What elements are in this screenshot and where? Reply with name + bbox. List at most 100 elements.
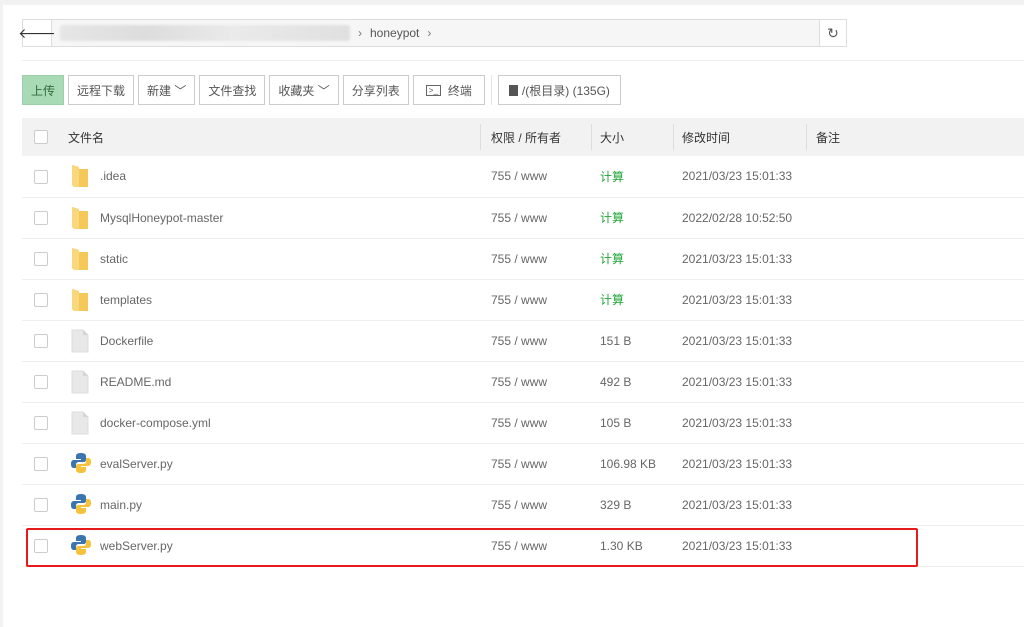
select-all[interactable] <box>22 118 68 156</box>
mtime-cell: 2021/03/23 15:01:33 <box>674 402 807 444</box>
file-name-cell[interactable]: templates <box>68 279 481 321</box>
terminal-label: 终端 <box>447 83 472 98</box>
terminal-button[interactable]: >_ 终端 <box>412 75 485 105</box>
disk-button[interactable]: /(根目录) (135G) <box>497 75 621 105</box>
perm-cell[interactable]: 755 / www <box>481 197 592 239</box>
mtime-cell: 2021/03/23 15:01:33 <box>674 484 807 526</box>
mtime-cell: 2021/03/23 15:01:33 <box>674 320 807 362</box>
mtime-cell: 2021/03/23 15:01:33 <box>674 279 807 321</box>
file-icon <box>70 370 90 394</box>
chevron-down-icon: ﹀ <box>314 83 330 98</box>
chevron-right-icon: › <box>358 26 362 40</box>
perm-cell[interactable]: 755 / www <box>481 238 592 280</box>
folder-icon <box>70 288 90 312</box>
divider <box>490 75 492 105</box>
disk-label: /(根目录) (135G) <box>521 83 610 98</box>
note-cell[interactable] <box>807 320 1024 362</box>
file-name-cell[interactable]: MysqlHoneypot-master <box>68 197 481 239</box>
note-cell[interactable] <box>807 484 1024 526</box>
mtime-cell: 2021/03/23 15:01:33 <box>674 443 807 485</box>
perm-cell[interactable]: 755 / www <box>481 320 592 362</box>
file-icon <box>70 329 90 353</box>
breadcrumb-current[interactable]: honeypot <box>370 26 419 40</box>
terminal-icon: >_ <box>425 84 441 96</box>
note-cell[interactable] <box>807 402 1024 444</box>
table-header: 文件名 权限 / 所有者 大小 修改时间 备注 <box>22 118 1024 156</box>
note-cell[interactable] <box>807 279 1024 321</box>
file-name[interactable]: static <box>100 252 128 266</box>
file-name-cell[interactable]: static <box>68 238 481 280</box>
share-list-button[interactable]: 分享列表 <box>342 75 409 105</box>
size-cell[interactable]: 计算 <box>592 238 674 280</box>
file-search-button[interactable]: 文件查找 <box>199 75 266 105</box>
chevron-right-icon: › <box>427 26 432 40</box>
table-row[interactable]: Dockerfile 755 / www 151 B 2021/03/23 15… <box>22 320 1024 362</box>
note-cell[interactable] <box>807 238 1024 280</box>
disk-icon <box>508 84 518 96</box>
col-perm[interactable]: 权限 / 所有者 <box>481 118 592 156</box>
back-button[interactable]: 🡐 <box>18 20 56 46</box>
file-name[interactable]: docker-compose.yml <box>100 416 211 430</box>
file-name[interactable]: README.md <box>100 375 171 389</box>
favorites-button[interactable]: 收藏夹 ﹀ <box>269 75 339 105</box>
file-name-cell[interactable]: Dockerfile <box>68 320 481 362</box>
file-name-cell[interactable]: .idea <box>68 156 481 198</box>
size-cell[interactable]: 计算 <box>592 156 674 198</box>
refresh-button[interactable]: ↻ <box>819 20 846 46</box>
col-size[interactable]: 大小 <box>592 118 674 156</box>
file-name[interactable]: .idea <box>100 169 126 183</box>
file-table: 文件名 权限 / 所有者 大小 修改时间 备注 .idea 755 / www … <box>22 118 1024 567</box>
perm-cell[interactable]: 755 / www <box>481 279 592 321</box>
new-button[interactable]: 新建 ﹀ <box>138 75 196 105</box>
table-row[interactable]: main.py 755 / www 329 B 2021/03/23 15:01… <box>22 484 1024 526</box>
file-name-cell[interactable]: main.py <box>68 484 481 526</box>
size-cell[interactable]: 计算 <box>592 279 674 321</box>
favorites-label: 收藏夹 <box>278 83 315 98</box>
file-name[interactable]: templates <box>100 293 152 307</box>
file-name[interactable]: MysqlHoneypot-master <box>100 211 223 225</box>
perm-cell[interactable]: 755 / www <box>481 156 592 198</box>
table-row[interactable]: docker-compose.yml 755 / www 105 B 2021/… <box>22 402 1024 444</box>
highlight-box <box>26 528 918 567</box>
new-label: 新建 <box>147 83 172 98</box>
table-row[interactable]: evalServer.py 755 / www 106.98 KB 2021/0… <box>22 443 1024 485</box>
perm-cell[interactable]: 755 / www <box>481 402 592 444</box>
mtime-cell: 2021/03/23 15:01:33 <box>674 238 807 280</box>
note-cell[interactable] <box>807 197 1024 239</box>
upload-button[interactable]: 上传 <box>22 75 65 105</box>
python-icon <box>70 452 91 476</box>
table-row[interactable]: templates 755 / www 计算 2021/03/23 15:01:… <box>22 279 1024 321</box>
size-cell: 106.98 KB <box>592 443 674 485</box>
remote-download-button[interactable]: 远程下载 <box>68 75 135 105</box>
select-all-checkbox[interactable] <box>34 130 48 145</box>
note-cell[interactable] <box>807 443 1024 485</box>
file-name-cell[interactable]: docker-compose.yml <box>68 402 481 444</box>
table-row[interactable]: MysqlHoneypot-master 755 / www 计算 2022/0… <box>22 197 1024 239</box>
folder-icon <box>70 206 90 230</box>
file-name-cell[interactable]: evalServer.py <box>68 443 481 485</box>
size-cell: 492 B <box>592 361 674 403</box>
perm-cell[interactable]: 755 / www <box>481 361 592 403</box>
perm-cell[interactable]: 755 / www <box>481 443 592 485</box>
table-row[interactable]: .idea 755 / www 计算 2021/03/23 15:01:33 <box>22 156 1024 198</box>
toolbar: 上传 远程下载 新建 ﹀ 文件查找 收藏夹 ﹀ 分享列表 >_ 终端 /(根目录)… <box>22 75 621 105</box>
file-name[interactable]: main.py <box>100 498 142 512</box>
col-mtime[interactable]: 修改时间 <box>674 118 807 156</box>
perm-cell[interactable]: 755 / www <box>481 484 592 526</box>
file-icon <box>70 411 90 435</box>
table-row[interactable]: README.md 755 / www 492 B 2021/03/23 15:… <box>22 361 1024 403</box>
file-name[interactable]: evalServer.py <box>100 457 173 471</box>
file-name-cell[interactable]: README.md <box>68 361 481 403</box>
chevron-down-icon: ﹀ <box>171 83 187 98</box>
redacted-path <box>60 25 350 41</box>
size-cell[interactable]: 计算 <box>592 197 674 239</box>
divider <box>22 60 1024 61</box>
col-name[interactable]: 文件名 <box>68 118 481 156</box>
file-name[interactable]: Dockerfile <box>100 334 153 348</box>
size-cell: 105 B <box>592 402 674 444</box>
mtime-cell: 2022/02/28 10:52:50 <box>674 197 807 239</box>
table-row[interactable]: static 755 / www 计算 2021/03/23 15:01:33 <box>22 238 1024 280</box>
col-note: 备注 <box>807 118 1024 156</box>
note-cell[interactable] <box>807 156 1024 198</box>
note-cell[interactable] <box>807 361 1024 403</box>
